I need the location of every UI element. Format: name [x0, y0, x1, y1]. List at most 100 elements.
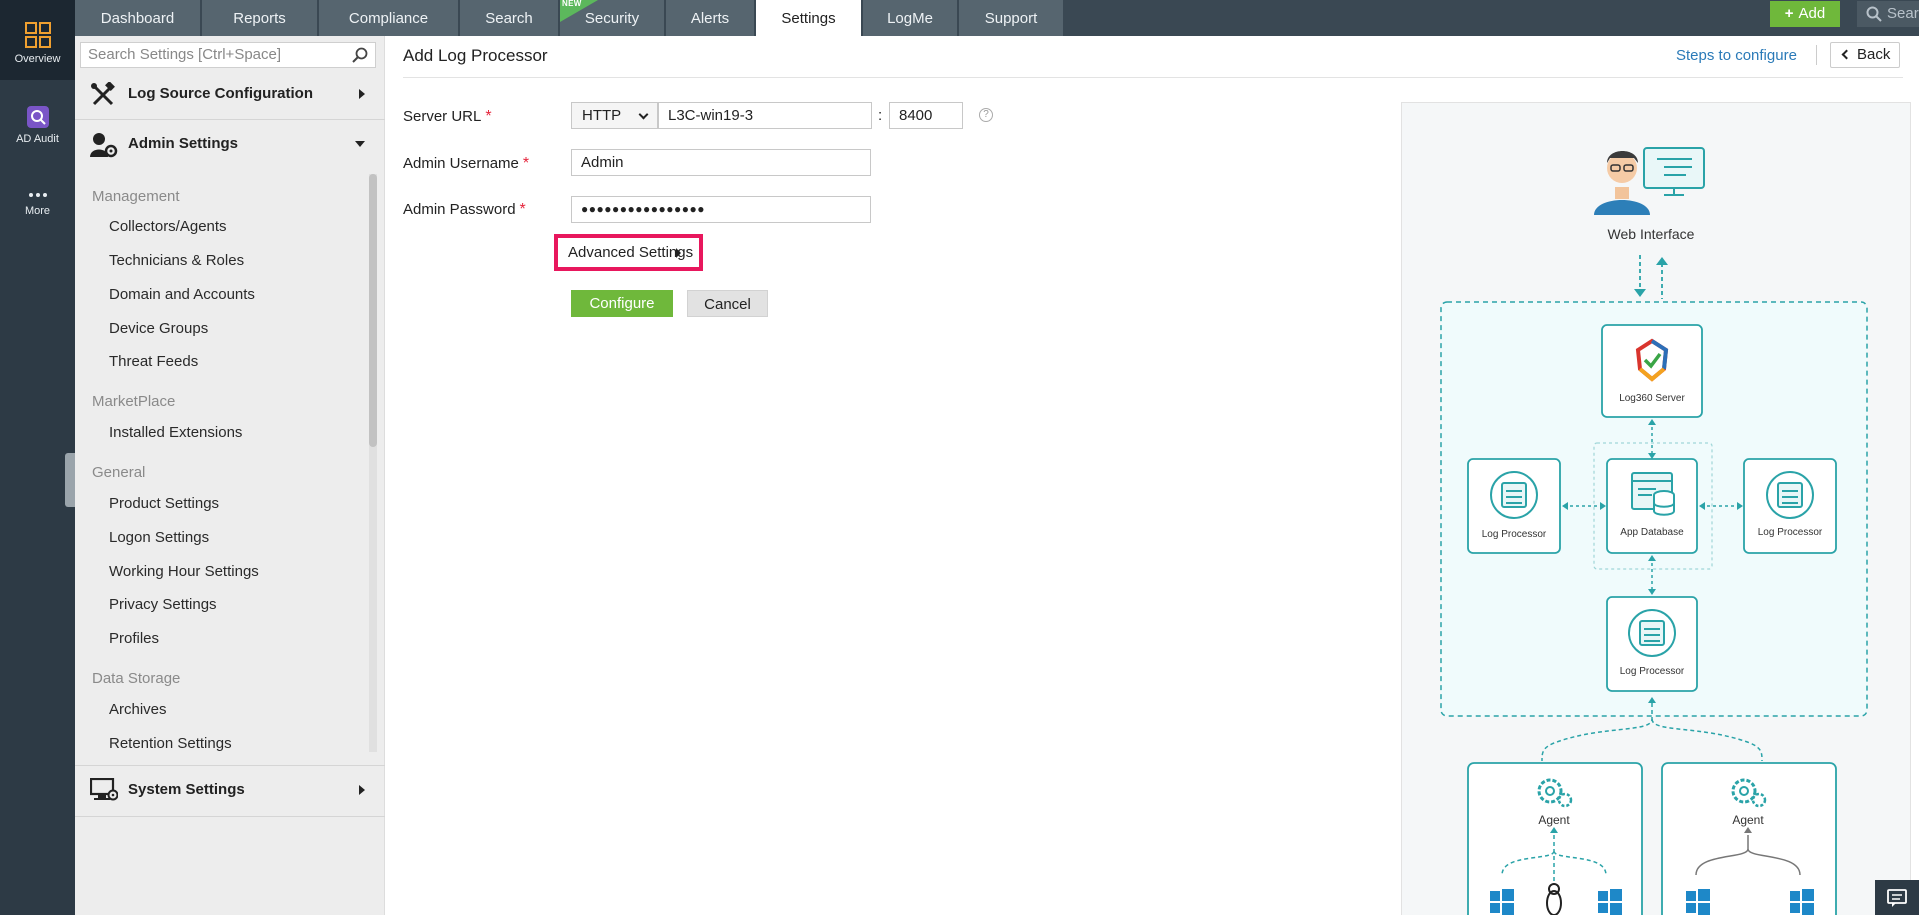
chevron-right-icon: [676, 248, 681, 258]
rail-label: More: [24, 205, 51, 217]
section-label: Admin Settings: [128, 135, 239, 152]
sidebar-item-working-hour-settings[interactable]: Working Hour Settings: [109, 563, 259, 580]
log360-server-label: Log360 Server: [1619, 393, 1685, 404]
rail-item-overview[interactable]: Overview: [0, 0, 75, 80]
advanced-settings-toggle[interactable]: Advanced Settings: [554, 234, 703, 271]
top-nav: Dashboard Reports Compliance Search NEW …: [75, 0, 1919, 36]
tab-support[interactable]: Support: [959, 0, 1064, 36]
server-host-input[interactable]: L3C-win19-3: [658, 102, 872, 129]
sidebar-item-retention-settings[interactable]: Retention Settings: [109, 735, 232, 752]
tab-compliance[interactable]: Compliance: [319, 0, 459, 36]
chat-button[interactable]: [1875, 880, 1919, 915]
header-divider: [1816, 45, 1817, 65]
sidebar-item-installed-extensions[interactable]: Installed Extensions: [109, 424, 242, 441]
port-input[interactable]: 8400: [889, 102, 963, 129]
left-rail: Overview AD Audit More: [0, 0, 75, 915]
tools-icon: [91, 82, 115, 106]
add-button[interactable]: + Add: [1770, 1, 1840, 27]
section-log-source-configuration[interactable]: Log Source Configuration: [75, 70, 385, 120]
architecture-diagram-svg: Web Interface Log360 Server Log Processo…: [1440, 147, 1868, 915]
log-processor-label-left: Log Processor: [1482, 529, 1547, 540]
group-data-storage: Data Storage: [92, 670, 181, 687]
app-database-label: App Database: [1620, 527, 1684, 538]
add-button-label: Add: [1798, 5, 1826, 22]
required-mark: *: [485, 108, 492, 125]
global-search-input[interactable]: Search: [1857, 1, 1919, 27]
sidebar-item-privacy-settings[interactable]: Privacy Settings: [109, 596, 217, 613]
tab-alerts[interactable]: Alerts: [666, 0, 755, 36]
help-icon[interactable]: ?: [979, 108, 993, 122]
ad-audit-icon: [26, 106, 49, 128]
title-divider: [403, 77, 1903, 78]
chevron-down-icon: [355, 141, 365, 147]
section-label: Log Source Configuration: [128, 85, 313, 102]
sidebar-item-device-groups[interactable]: Device Groups: [109, 320, 208, 337]
agent-label-left: Agent: [1538, 813, 1570, 827]
admin-password-input[interactable]: ●●●●●●●●●●●●●●●●: [571, 196, 871, 223]
web-interface-label: Web Interface: [1608, 226, 1695, 242]
chat-icon: [1887, 889, 1907, 907]
port-separator: :: [878, 107, 883, 124]
rail-label: AD Audit: [16, 133, 59, 145]
admin-username-label: Admin Username *: [403, 155, 529, 173]
tab-search[interactable]: Search: [460, 0, 559, 36]
sidebar-item-logon-settings[interactable]: Logon Settings: [109, 529, 209, 546]
grid-icon: [24, 22, 51, 48]
rail-item-more[interactable]: More: [0, 190, 75, 236]
sidebar-scrollbar[interactable]: [369, 174, 377, 752]
sidebar-collapse-handle[interactable]: [65, 453, 75, 507]
protocol-select[interactable]: HTTP: [571, 102, 658, 129]
tab-dashboard[interactable]: Dashboard: [75, 0, 201, 36]
sidebar-item-domain-accounts[interactable]: Domain and Accounts: [109, 286, 255, 303]
steps-to-configure-link[interactable]: Steps to configure: [1676, 47, 1797, 64]
chevron-down-icon: [638, 109, 649, 120]
required-mark: *: [522, 155, 530, 172]
more-dots-icon: [28, 193, 47, 197]
tab-reports[interactable]: Reports: [202, 0, 318, 36]
back-button-label: Back: [1857, 46, 1891, 63]
app-database-icon: [1631, 472, 1675, 516]
plus-icon: +: [1784, 5, 1794, 22]
admin-username-input[interactable]: Admin: [571, 149, 871, 176]
section-system-settings[interactable]: System Settings: [75, 765, 385, 817]
global-search-placeholder: Search: [1887, 5, 1919, 22]
monitor-gear-icon: [90, 778, 118, 801]
tab-settings[interactable]: Settings: [756, 0, 862, 36]
web-interface-person-icon: [1594, 147, 1705, 215]
admin-gear-icon: [90, 133, 118, 158]
cancel-button[interactable]: Cancel: [687, 290, 768, 317]
sidebar-item-threat-feeds[interactable]: Threat Feeds: [109, 353, 198, 370]
section-admin-settings[interactable]: Admin Settings: [75, 120, 385, 170]
log-processor-label-right: Log Processor: [1758, 527, 1823, 538]
log-processor-label-bottom: Log Processor: [1620, 666, 1685, 677]
group-general: General: [92, 464, 146, 481]
search-icon: [1866, 6, 1882, 22]
group-management: Management: [92, 188, 180, 205]
rail-item-ad-audit[interactable]: AD Audit: [0, 106, 75, 156]
admin-password-label-text: Admin Password: [403, 201, 516, 218]
tab-security[interactable]: NEW Security: [560, 0, 665, 36]
configure-button[interactable]: Configure: [571, 290, 673, 317]
architecture-diagram: Web Interface Log360 Server Log Processo…: [1401, 102, 1911, 915]
settings-sidebar: Search Settings [Ctrl+Space] Log Source …: [75, 36, 385, 915]
settings-search-placeholder: Search Settings [Ctrl+Space]: [88, 46, 282, 63]
sidebar-item-collectors-agents[interactable]: Collectors/Agents: [109, 218, 227, 235]
tab-logme[interactable]: LogMe: [863, 0, 958, 36]
protocol-value: HTTP: [582, 107, 622, 124]
advanced-settings-label: Advanced Settings: [568, 244, 694, 261]
sidebar-item-profiles[interactable]: Profiles: [109, 630, 159, 647]
main-content: Add Log Processor Steps to configure Bac…: [385, 36, 1919, 915]
server-url-label: Server URL *: [403, 108, 492, 126]
chevron-right-icon: [359, 785, 365, 795]
settings-search-input[interactable]: Search Settings [Ctrl+Space]: [80, 42, 376, 68]
new-badge-label: NEW: [562, 0, 582, 8]
rail-label: Overview: [14, 53, 61, 65]
sidebar-item-technicians-roles[interactable]: Technicians & Roles: [109, 252, 244, 269]
back-button[interactable]: Back: [1830, 42, 1900, 68]
required-mark: *: [519, 201, 526, 218]
sidebar-scrollbar-thumb[interactable]: [369, 174, 377, 447]
sidebar-item-archives[interactable]: Archives: [109, 701, 167, 718]
search-icon: [352, 47, 368, 63]
sidebar-item-product-settings[interactable]: Product Settings: [109, 495, 219, 512]
page-title: Add Log Processor: [403, 46, 548, 65]
